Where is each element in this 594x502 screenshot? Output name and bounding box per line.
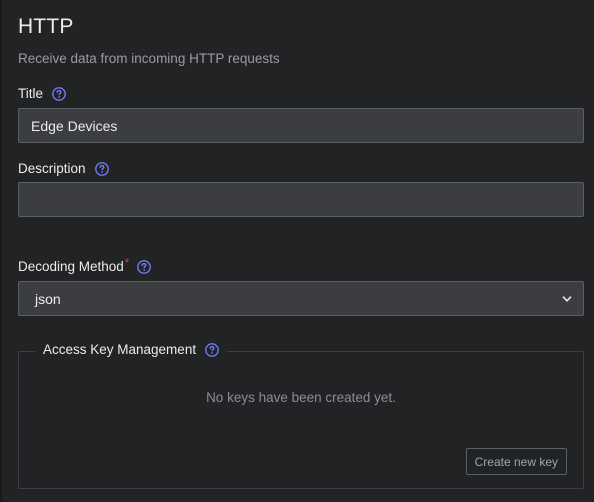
description-field-label-row: Description	[18, 161, 109, 176]
help-icon[interactable]	[205, 342, 219, 357]
title-field-label-row: Title	[18, 86, 66, 101]
create-new-key-button[interactable]: Create new key	[465, 448, 567, 475]
decoding-method-label: Decoding Method	[18, 259, 124, 274]
access-key-management-title: Access Key Management	[43, 342, 197, 357]
page-subtitle: Receive data from incoming HTTP requests	[18, 51, 280, 66]
decoding-method-select[interactable]: json	[18, 281, 584, 316]
help-icon[interactable]	[94, 161, 109, 176]
title-input[interactable]	[18, 108, 584, 143]
decoding-method-label-row: Decoding Method *	[18, 256, 152, 274]
required-marker: *	[124, 256, 130, 269]
help-icon[interactable]	[52, 86, 66, 101]
access-key-management-legend: Access Key Management	[35, 342, 228, 357]
page-title: HTTP	[18, 15, 74, 38]
description-field-label: Description	[18, 161, 86, 176]
description-input[interactable]	[18, 182, 584, 217]
no-keys-message: No keys have been created yet.	[206, 390, 396, 405]
decoding-method-selected-value: json	[35, 290, 61, 307]
help-icon[interactable]	[137, 259, 152, 274]
access-key-management-section: Access Key Management No keys have been …	[18, 342, 584, 489]
title-field-label: Title	[18, 86, 44, 101]
panel-left-border	[0, 0, 2, 502]
chevron-down-icon	[562, 295, 572, 302]
